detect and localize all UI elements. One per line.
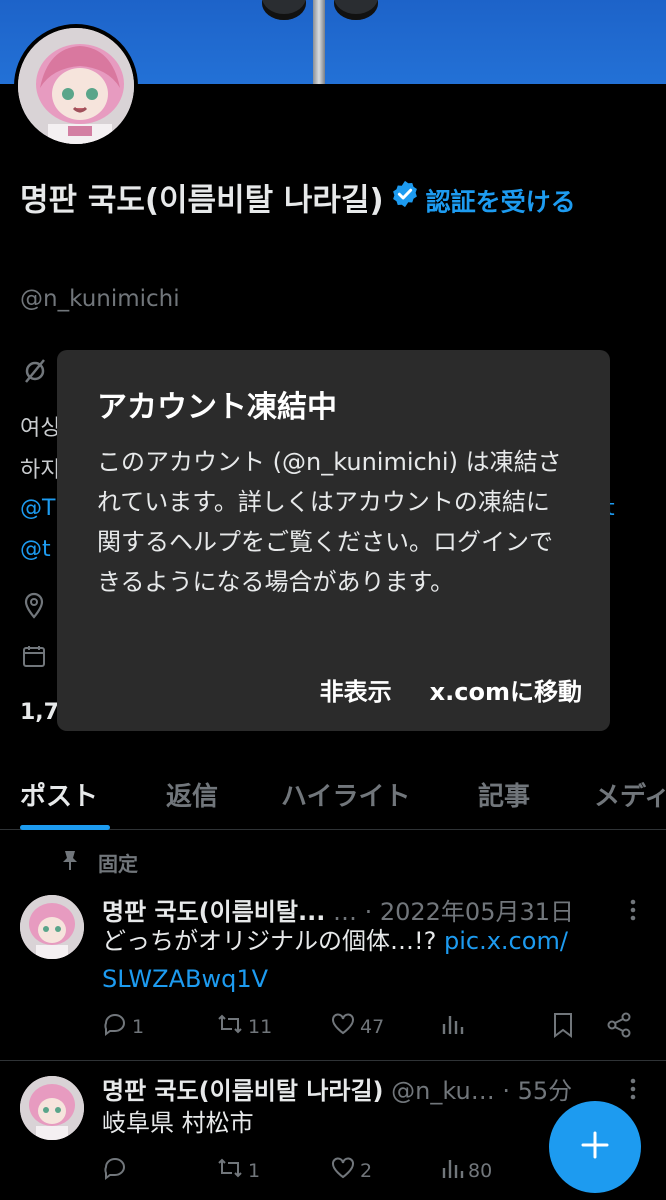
go-to-xcom-button[interactable]: x.comに移動 <box>430 672 582 707</box>
reply-count: 1 <box>132 1015 145 1038</box>
reply-icon <box>102 1156 128 1185</box>
like-button[interactable]: 47 <box>330 1012 384 1041</box>
pin-icon <box>60 849 80 876</box>
get-verified-link[interactable]: 認証を受ける <box>426 188 576 217</box>
follow-counts-fragment[interactable]: 1,7 <box>20 700 59 725</box>
active-tab-indicator <box>20 825 110 830</box>
views-button[interactable]: 80 <box>440 1156 492 1185</box>
pinned-label-row: 固定 <box>60 848 138 877</box>
bio-fragment: 하지 <box>20 458 61 483</box>
profile-handle: @n_kunimichi <box>20 286 180 312</box>
repost-count: 1 <box>248 1159 261 1182</box>
post-meta: @n_ku… · 55分 <box>383 1077 573 1105</box>
repost-button[interactable]: 11 <box>216 1012 272 1041</box>
bookmark-icon[interactable] <box>552 1012 574 1038</box>
bio-fragment: 여싱 <box>20 416 61 441</box>
dialog-body: このアカウント (@n_kunimichi) は凍結されています。詳しくはアカウ… <box>97 448 562 596</box>
bio-link-fragment[interactable]: @t <box>20 537 51 562</box>
like-icon <box>330 1156 356 1185</box>
tab-articles[interactable]: 記事 <box>478 776 530 813</box>
tab-replies[interactable]: 返信 <box>166 776 218 813</box>
post-body: どっちがオリジナルの個体…!? <box>102 927 444 955</box>
link-icon <box>22 356 48 392</box>
post-avatar[interactable] <box>20 1076 84 1140</box>
repost-button[interactable]: 1 <box>216 1156 260 1185</box>
bio-link-fragment[interactable]: @T <box>20 496 55 521</box>
dialog-title: アカウント凍結中 <box>97 390 337 425</box>
banner-lamp <box>334 0 378 20</box>
views-icon <box>440 1012 464 1041</box>
plus-icon <box>580 1130 610 1164</box>
repost-icon <box>216 1156 244 1185</box>
profile-avatar[interactable] <box>14 24 138 148</box>
profile-name-block: 명판 국도(이름비탈 나라길) 認証を受ける <box>20 176 650 228</box>
reply-button[interactable] <box>102 1156 132 1185</box>
tab-highlights[interactable]: ハイライト <box>281 776 410 813</box>
repost-count: 11 <box>248 1015 273 1038</box>
more-icon[interactable] <box>628 898 638 922</box>
post-text: どっちがオリジナルの個体…!? pic.x.com/ SLWZABwq1V <box>102 922 632 998</box>
post-header: 명판 국도(이름비탈 나라길) @n_ku… · 55分 <box>102 1071 572 1106</box>
post-body: 岐阜県 村松市 <box>102 1109 254 1137</box>
post-divider <box>0 1060 666 1061</box>
tab-posts[interactable]: ポスト <box>20 776 98 813</box>
display-name: 명판 국도(이름비탈 나라길) <box>20 182 384 219</box>
calendar-icon <box>22 644 46 674</box>
post-media-link[interactable]: pic.x.com/ <box>444 927 568 955</box>
dialog-actions: 非表示 x.comに移動 <box>320 672 582 707</box>
repost-icon <box>216 1012 244 1041</box>
banner-lamp <box>262 0 306 20</box>
compose-post-button[interactable] <box>549 1101 641 1193</box>
views-icon <box>440 1156 464 1185</box>
profile-tabs: ポスト 返信 ハイライト 記事 メディ <box>0 766 666 830</box>
post-avatar[interactable] <box>20 895 84 959</box>
suspended-account-dialog: アカウント凍結中 このアカウント (@n_kunimichi) は凍結されていま… <box>57 350 610 731</box>
reply-icon <box>102 1012 128 1041</box>
banner-pole <box>313 0 325 84</box>
verified-badge-icon <box>390 176 420 222</box>
reply-button[interactable]: 1 <box>102 1012 144 1041</box>
post-author-name[interactable]: 명판 국도(이름비탈 나라길) <box>102 1077 384 1105</box>
tab-media[interactable]: メディ <box>594 776 666 813</box>
like-count: 2 <box>360 1159 373 1182</box>
like-icon <box>330 1012 356 1041</box>
location-icon <box>22 592 46 626</box>
pinned-label: 固定 <box>98 852 138 876</box>
hide-button[interactable]: 非表示 <box>320 672 392 707</box>
like-count: 47 <box>360 1015 385 1038</box>
like-button[interactable]: 2 <box>330 1156 372 1185</box>
views-count: 80 <box>468 1159 493 1182</box>
views-button[interactable] <box>440 1012 468 1041</box>
share-icon[interactable] <box>606 1012 632 1038</box>
more-icon[interactable] <box>628 1077 638 1101</box>
post-actions: 1 11 47 <box>102 1012 642 1042</box>
post-media-link-cont[interactable]: SLWZABwq1V <box>102 965 268 993</box>
